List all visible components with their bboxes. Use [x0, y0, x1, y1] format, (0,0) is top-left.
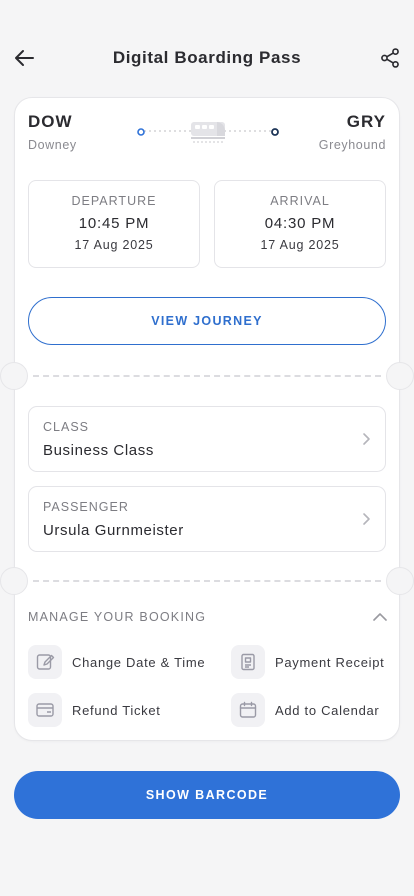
class-value: Business Class — [43, 442, 154, 459]
view-journey-button[interactable]: VIEW JOURNEY — [28, 297, 386, 345]
arrival-date: 17 Aug 2025 — [260, 238, 340, 252]
class-label: CLASS — [43, 420, 89, 434]
chevron-up-icon[interactable] — [371, 608, 389, 626]
passenger-card[interactable]: PASSENGER Ursula Gurnmeister — [28, 486, 386, 552]
arrival-time: 04:30 PM — [264, 215, 336, 232]
add-to-calendar-action[interactable]: Add to Calendar — [231, 692, 379, 728]
receipt-icon — [231, 645, 265, 679]
page-title: Digital Boarding Pass — [112, 48, 302, 67]
boarding-pass-card: DOW Downey GRY Greyhound DEPARTURE 10:45… — [0, 97, 414, 741]
edit-icon — [28, 645, 62, 679]
arrival-label: ARRIVAL — [270, 194, 330, 208]
passenger-label: PASSENGER — [43, 500, 129, 514]
departure-time: 10:45 PM — [78, 215, 150, 232]
action-label: Refund Ticket — [72, 702, 161, 718]
ticket-notch — [0, 567, 28, 595]
refund-ticket-action[interactable]: Refund Ticket — [28, 692, 161, 728]
origin-code: DOW — [28, 112, 73, 131]
action-label: Change Date & Time — [72, 654, 206, 670]
destination-dot — [271, 128, 279, 136]
refund-card-icon — [28, 693, 62, 727]
route-line — [135, 116, 281, 146]
ticket-notch — [386, 567, 414, 595]
chevron-right-icon — [363, 513, 370, 525]
payment-receipt-action[interactable]: Payment Receipt — [231, 644, 385, 680]
share-icon — [381, 48, 399, 68]
manage-booking-title: MANAGE YOUR BOOKING — [28, 610, 207, 624]
arrival-box: ARRIVAL 04:30 PM 17 Aug 2025 — [214, 180, 386, 268]
departure-label: DEPARTURE — [71, 194, 157, 208]
show-barcode-button[interactable]: SHOW BARCODE — [14, 771, 400, 819]
divider — [33, 375, 381, 377]
destination-code: GRY — [346, 112, 386, 131]
departure-date: 17 Aug 2025 — [74, 238, 154, 252]
departure-box: DEPARTURE 10:45 PM 17 Aug 2025 — [28, 180, 200, 268]
divider — [33, 580, 381, 582]
change-date-time-action[interactable]: Change Date & Time — [28, 644, 205, 680]
passenger-value: Ursula Gurnmeister — [43, 522, 184, 539]
origin-city: Downey — [28, 138, 77, 152]
chevron-right-icon — [363, 433, 370, 445]
train-icon — [191, 122, 225, 143]
origin-dot — [137, 128, 145, 136]
destination-city: Greyhound — [318, 138, 386, 152]
ticket-notch — [0, 362, 28, 390]
calendar-icon — [231, 693, 265, 727]
action-label: Payment Receipt — [275, 654, 385, 670]
action-label: Add to Calendar — [275, 702, 380, 718]
class-card[interactable]: CLASS Business Class — [28, 406, 386, 472]
ticket-notch — [386, 362, 414, 390]
share-button[interactable] — [376, 44, 404, 72]
